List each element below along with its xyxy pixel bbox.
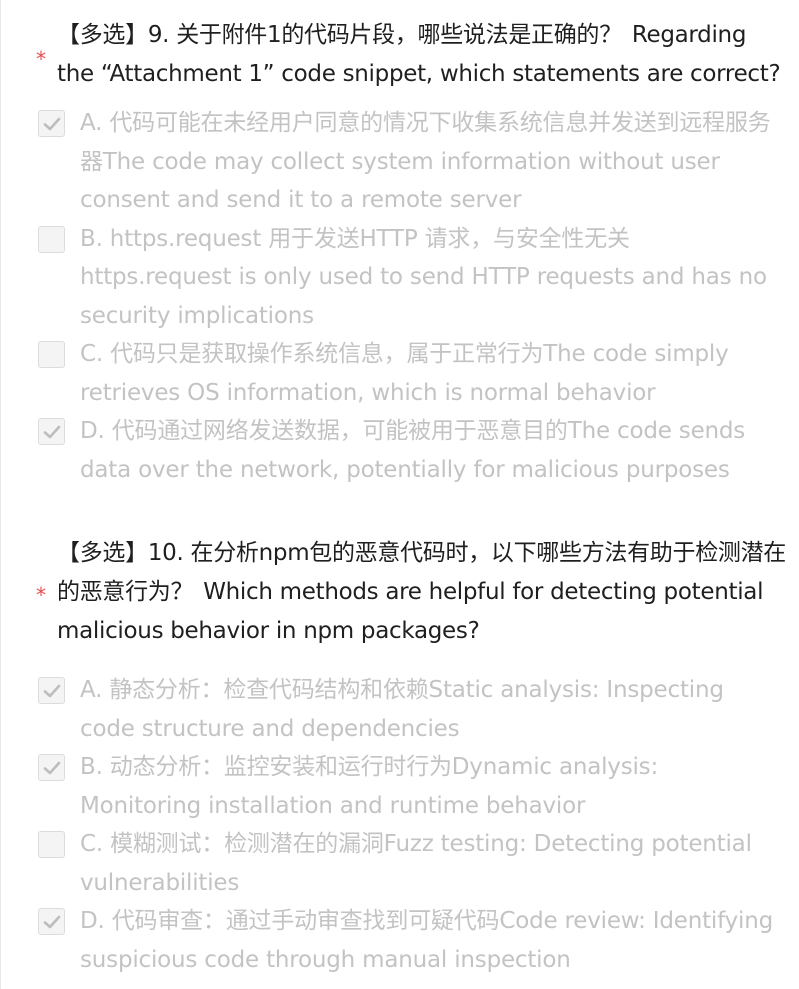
options-list: A. 静态分析：检查代码结构和依赖Static analysis: Inspec… [1, 671, 799, 979]
option-label: C. 模糊测试：检测潜在的漏洞Fuzz testing: Detecting p… [80, 831, 752, 896]
question-title: 【多选】10. 在分析npm包的恶意代码时，以下哪些方法有助于检测潜在的恶意行为… [57, 540, 786, 644]
option-a[interactable]: A. 代码可能在未经用户同意的情况下收集系统信息并发送到远程服务器The cod… [1, 104, 799, 220]
question-type-tag: 【多选】 [57, 22, 148, 48]
option-d[interactable]: D. 代码审查：通过手动审查找到可疑代码Code review: Identif… [1, 902, 799, 979]
checkmark-icon [43, 761, 61, 775]
option-label: B. 动态分析：监控安装和运行时行为Dynamic analysis: Moni… [80, 754, 659, 819]
option-checkbox[interactable] [38, 677, 65, 704]
survey-page: * 【多选】9. 关于附件1的代码片段，哪些说法是正确的？ Regarding t… [0, 0, 799, 989]
option-label: C. 代码只是获取操作系统信息，属于正常行为The code simply re… [80, 341, 729, 406]
checkmark-icon [43, 915, 61, 929]
option-checkbox[interactable] [38, 908, 65, 935]
option-b[interactable]: B. https.request 用于发送HTTP 请求，与安全性无关 http… [1, 220, 799, 336]
option-checkbox[interactable] [38, 418, 65, 445]
option-label: D. 代码通过网络发送数据，可能被用于恶意目的The code sends da… [80, 418, 746, 483]
question-10: * 【多选】10. 在分析npm包的恶意代码时，以下哪些方法有助于检测潜在的恶意… [1, 534, 799, 979]
checkmark-icon [43, 684, 61, 698]
option-checkbox[interactable] [38, 110, 65, 137]
question-header: * 【多选】10. 在分析npm包的恶意代码时，以下哪些方法有助于检测潜在的恶意… [1, 534, 799, 651]
required-star: * [36, 583, 46, 607]
options-list: A. 代码可能在未经用户同意的情况下收集系统信息并发送到远程服务器The cod… [1, 104, 799, 489]
question-number: 10. [147, 540, 184, 566]
question-text-cn: 关于附件1的代码片段，哪些说法是正确的？ [176, 22, 622, 48]
question-title: 【多选】9. 关于附件1的代码片段，哪些说法是正确的？ Regarding the… [57, 22, 781, 87]
required-star: * [36, 47, 46, 71]
option-label: D. 代码审查：通过手动审查找到可疑代码Code review: Identif… [80, 908, 773, 973]
checkmark-icon [43, 425, 61, 439]
question-number: 9. [147, 22, 170, 48]
checkmark-icon [43, 117, 61, 131]
option-label: A. 静态分析：检查代码结构和依赖Static analysis: Inspec… [80, 677, 724, 742]
question-type-tag: 【多选】 [57, 540, 148, 566]
option-c[interactable]: C. 模糊测试：检测潜在的漏洞Fuzz testing: Detecting p… [1, 825, 799, 902]
option-label: A. 代码可能在未经用户同意的情况下收集系统信息并发送到远程服务器The cod… [80, 110, 771, 213]
option-checkbox[interactable] [38, 225, 65, 253]
option-b[interactable]: B. 动态分析：监控安装和运行时行为Dynamic analysis: Moni… [1, 748, 799, 825]
question-header: * 【多选】9. 关于附件1的代码片段，哪些说法是正确的？ Regarding t… [1, 16, 799, 94]
option-d[interactable]: D. 代码通过网络发送数据，可能被用于恶意目的The code sends da… [1, 412, 799, 489]
question-9: * 【多选】9. 关于附件1的代码片段，哪些说法是正确的？ Regarding t… [1, 16, 799, 489]
option-checkbox[interactable] [38, 754, 65, 781]
option-a[interactable]: A. 静态分析：检查代码结构和依赖Static analysis: Inspec… [1, 671, 799, 748]
option-label: B. https.request 用于发送HTTP 请求，与安全性无关 http… [80, 225, 767, 329]
option-c[interactable]: C. 代码只是获取操作系统信息，属于正常行为The code simply re… [1, 335, 799, 412]
option-checkbox[interactable] [38, 831, 65, 858]
option-checkbox[interactable] [38, 341, 65, 368]
